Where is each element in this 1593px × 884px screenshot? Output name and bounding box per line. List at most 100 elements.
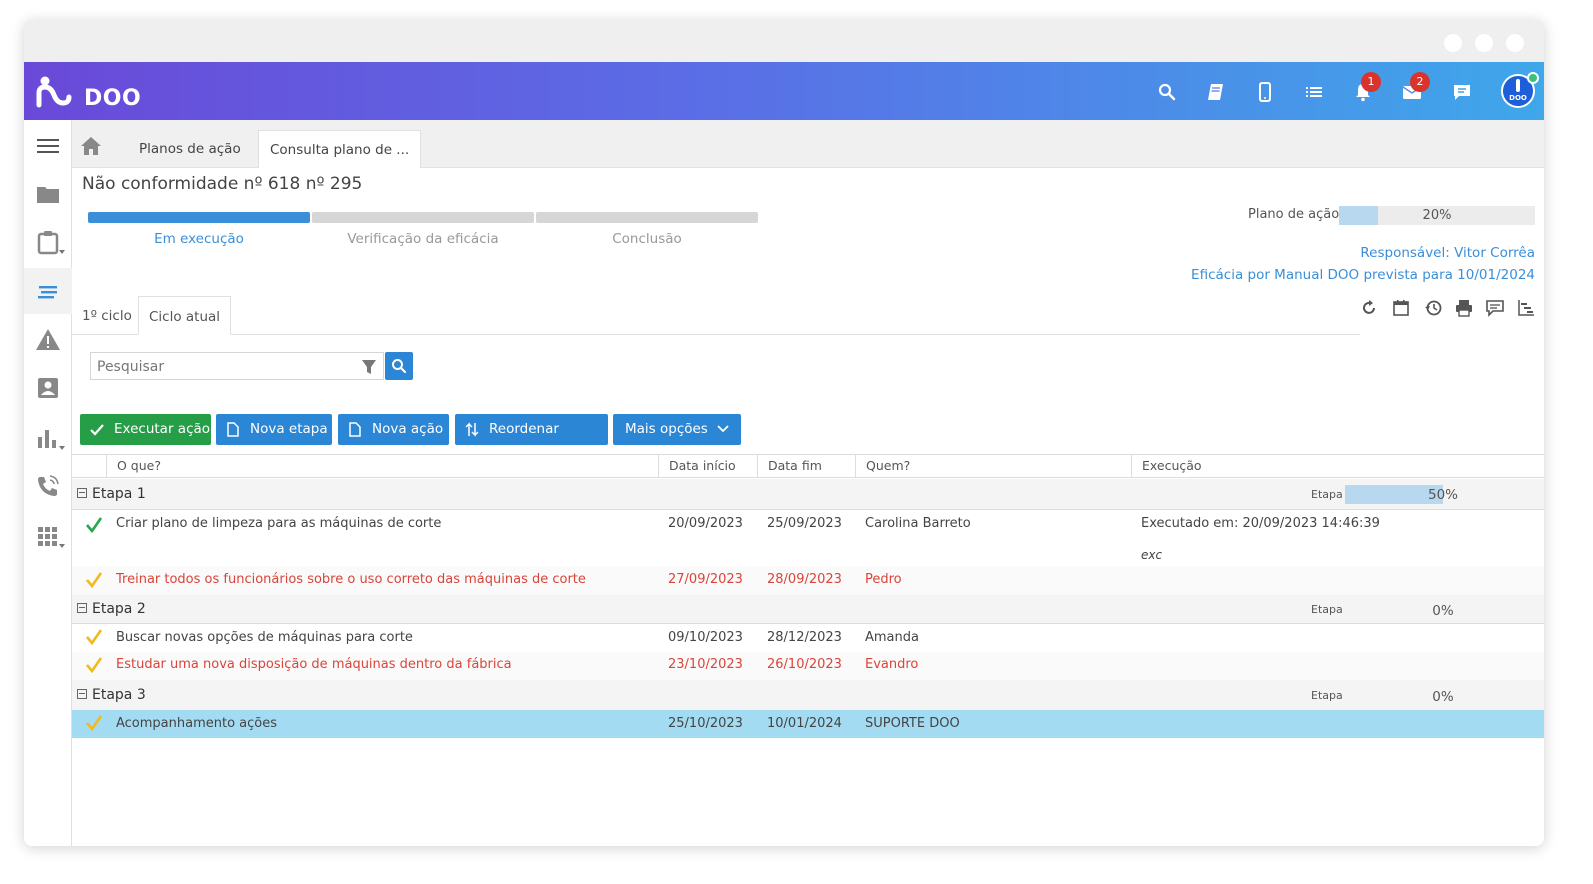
- execute-action-button[interactable]: Executar ação: [80, 414, 211, 445]
- step-bar-execution: [88, 212, 310, 223]
- row-what: Treinar todos os funcionários sobre o us…: [116, 572, 586, 587]
- col-what[interactable]: O que?: [106, 455, 658, 477]
- filter-icon[interactable]: [361, 359, 377, 375]
- clipboard-icon: [37, 231, 59, 255]
- plan-progress-label: Plano de ação: [1248, 207, 1340, 222]
- collapse-icon[interactable]: [77, 488, 87, 498]
- gantt-icon[interactable]: [1516, 298, 1536, 318]
- notifications-button[interactable]: 1: [1351, 72, 1381, 104]
- efficacy-link[interactable]: Eficácia por Manual DOO prevista para 10…: [1191, 267, 1535, 283]
- window-dot[interactable]: [1506, 34, 1524, 52]
- online-status-dot: [1527, 72, 1539, 84]
- group-name: Etapa 2: [92, 601, 146, 617]
- sidebar-item-reports[interactable]: [24, 414, 72, 460]
- mobile-icon[interactable]: [1253, 80, 1277, 104]
- search-input[interactable]: [97, 357, 347, 377]
- reorder-stages-button[interactable]: Reordenar etapas: [455, 414, 608, 468]
- window-dot[interactable]: [1444, 34, 1462, 52]
- col-start[interactable]: Data início: [658, 455, 757, 477]
- row-start: 27/09/2023: [668, 572, 743, 587]
- table-row[interactable]: Estudar uma nova disposição de máquinas …: [72, 652, 1544, 680]
- step-bar-conclusion: [536, 212, 758, 223]
- menu-toggle[interactable]: [24, 122, 72, 168]
- stage-progress-bar: 50%: [1345, 485, 1541, 504]
- sidebar-item-action-plans[interactable]: [24, 268, 72, 314]
- check-icon: [86, 657, 103, 674]
- tab-action-plans[interactable]: Planos de ação: [128, 130, 252, 168]
- book-icon[interactable]: [1204, 80, 1228, 104]
- row-what: Buscar novas opções de máquinas para cor…: [116, 630, 413, 645]
- row-who: Pedro: [865, 572, 902, 587]
- alert-icon: [36, 329, 60, 350]
- row-what: Estudar uma nova disposição de máquinas …: [116, 657, 512, 672]
- avatar-text: DOO: [1509, 94, 1527, 102]
- collapse-icon[interactable]: [77, 603, 87, 613]
- group-name: Etapa 3: [92, 687, 146, 703]
- row-exec-note: exc: [1141, 548, 1163, 562]
- sidebar-item-nonconformities[interactable]: [24, 316, 72, 362]
- stage-progress-bar: 0%: [1345, 687, 1541, 706]
- calendar-icon[interactable]: [1391, 298, 1411, 318]
- responsible-link[interactable]: Responsável: Vitor Corrêa: [1360, 245, 1535, 261]
- document-icon: [349, 422, 361, 437]
- refresh-icon[interactable]: [1359, 298, 1379, 318]
- search-button[interactable]: [385, 352, 413, 380]
- table-row-selected[interactable]: Acompanhamento ações 25/10/2023 10/01/20…: [72, 710, 1544, 738]
- chart-icon: [38, 430, 56, 448]
- new-stage-button[interactable]: Nova etapa: [216, 414, 332, 445]
- messages-button[interactable]: 2: [1400, 72, 1430, 104]
- sidebar-item-tasks[interactable]: [24, 218, 72, 264]
- table-row[interactable]: Buscar novas opções de máquinas para cor…: [72, 624, 1544, 652]
- row-exec: Executado em: 20/09/2023 14:46:39: [1141, 516, 1380, 531]
- col-who[interactable]: Quem?: [855, 455, 1131, 477]
- document-icon: [227, 422, 239, 437]
- row-end: 28/12/2023: [767, 630, 842, 645]
- row-what: Acompanhamento ações: [116, 716, 278, 731]
- execute-action-label: Executar ação: [114, 421, 211, 437]
- sidebar-item-apps[interactable]: [24, 512, 72, 558]
- check-icon: [86, 517, 103, 534]
- user-avatar[interactable]: DOO: [1501, 72, 1539, 108]
- new-action-button[interactable]: Nova ação: [338, 414, 449, 445]
- sidebar-item-calls[interactable]: [24, 462, 72, 508]
- contact-icon: [38, 378, 58, 398]
- tab-current-cycle[interactable]: Ciclo atual: [138, 296, 232, 335]
- comments-icon[interactable]: [1485, 298, 1505, 318]
- stage-label: Etapa: [1311, 689, 1343, 702]
- more-options-button[interactable]: Mais opções: [613, 414, 741, 445]
- list-icon[interactable]: [1302, 80, 1326, 104]
- group-row-etapa-3[interactable]: Etapa 3 Etapa 0%: [72, 680, 1544, 710]
- table-row[interactable]: Criar plano de limpeza para as máquinas …: [72, 510, 1544, 566]
- chat-icon[interactable]: [1450, 80, 1474, 104]
- row-start: 09/10/2023: [668, 630, 743, 645]
- tab-plan-query[interactable]: Consulta plano de ...: [258, 130, 422, 168]
- app-window: DOO 1 2 DOO Planos de ação Consulta plan…: [24, 20, 1544, 846]
- print-icon[interactable]: [1454, 298, 1474, 318]
- history-icon[interactable]: [1423, 298, 1443, 318]
- window-chrome: [24, 20, 1544, 62]
- search-icon[interactable]: [1155, 80, 1179, 104]
- stage-progress-percent: 0%: [1432, 603, 1454, 619]
- check-icon: [86, 629, 103, 646]
- group-row-etapa-1[interactable]: Etapa 1 Etapa 50%: [72, 479, 1544, 510]
- sidebar: [24, 120, 72, 846]
- step-label-execution[interactable]: Em execução: [88, 231, 310, 247]
- step-label-verification[interactable]: Verificação da eficácia: [312, 231, 534, 247]
- stage-label: Etapa: [1311, 603, 1343, 616]
- sidebar-item-contacts[interactable]: [24, 364, 72, 410]
- home-icon[interactable]: [80, 136, 102, 156]
- table-row[interactable]: Treinar todos os funcionários sobre o us…: [72, 566, 1544, 595]
- row-end: 28/09/2023: [767, 572, 842, 587]
- group-row-etapa-2[interactable]: Etapa 2 Etapa 0%: [72, 595, 1544, 624]
- reorder-icon: [465, 422, 479, 437]
- col-end[interactable]: Data fim: [757, 455, 855, 477]
- collapse-icon[interactable]: [77, 689, 87, 699]
- tab-first-cycle[interactable]: 1º ciclo: [72, 296, 142, 335]
- step-label-conclusion[interactable]: Conclusão: [536, 231, 758, 247]
- window-dot[interactable]: [1475, 34, 1493, 52]
- doo-logo-icon[interactable]: [36, 75, 72, 109]
- sidebar-item-documents[interactable]: [24, 170, 72, 216]
- step-bar-verification: [312, 212, 534, 223]
- row-who: Carolina Barreto: [865, 516, 971, 531]
- col-exec[interactable]: Execução: [1131, 455, 1544, 477]
